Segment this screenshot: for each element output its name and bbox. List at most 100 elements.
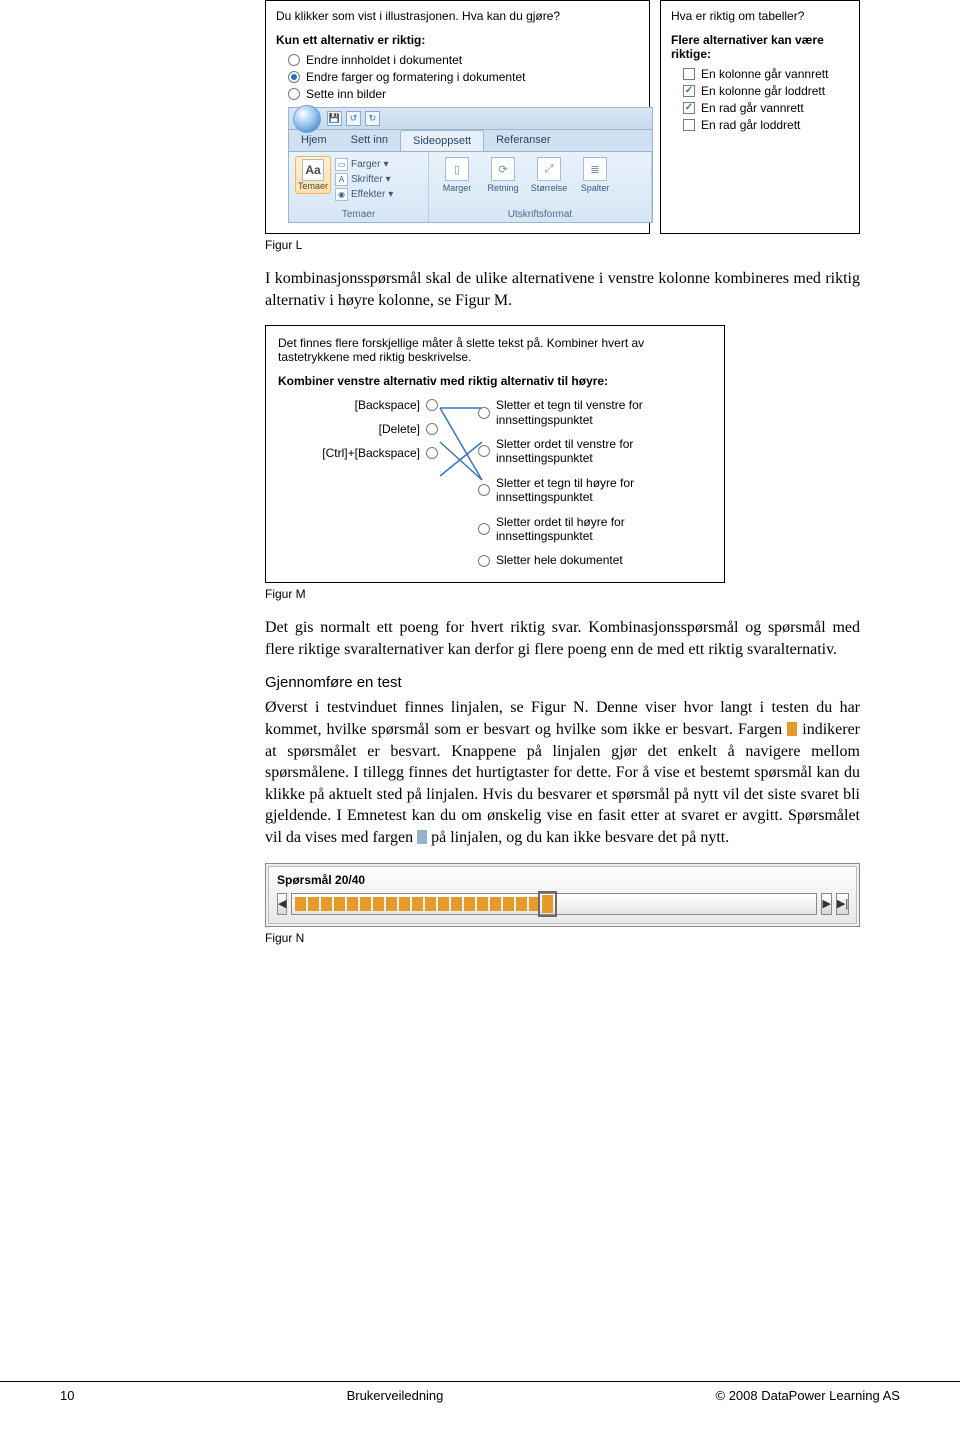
progress-segment[interactable]: [685, 897, 696, 911]
figure-caption-l: Figur L: [265, 238, 860, 252]
progress-segment[interactable]: [295, 897, 306, 911]
office-orb-icon: [293, 105, 321, 133]
next-button[interactable]: ▶: [821, 893, 831, 915]
body-text: I kombinasjonsspørsmål skal de ulike alt…: [265, 268, 860, 311]
progress-segment[interactable]: [633, 897, 644, 911]
page-number: 10: [60, 1388, 74, 1403]
progress-segment[interactable]: [386, 897, 397, 911]
radio-icon: [288, 54, 300, 66]
checkbox-icon: ✓: [683, 102, 695, 114]
progress-segment[interactable]: [347, 897, 358, 911]
progress-segment[interactable]: [724, 897, 735, 911]
progress-segment[interactable]: [490, 897, 501, 911]
option-label: Sette inn bilder: [306, 87, 386, 101]
checkbox-option[interactable]: ✓En kolonne går loddrett: [683, 84, 849, 98]
prev-button[interactable]: ◀: [277, 893, 287, 915]
option-label: En rad går loddrett: [701, 118, 800, 132]
body-text: Det gis normalt ett poeng for hvert rikt…: [265, 617, 860, 660]
match-right-item[interactable]: Sletter et tegn til venstre for innsetti…: [478, 398, 718, 427]
progress-segment[interactable]: [373, 897, 384, 911]
color-swatch-answered: [787, 722, 797, 736]
match-radio-icon: [426, 447, 438, 459]
progress-segment[interactable]: [776, 897, 787, 911]
color-swatch-locked: [417, 830, 427, 844]
checkbox-icon: [683, 119, 695, 131]
group-label: Utskriftsformat: [435, 209, 645, 220]
checkbox-icon: [683, 68, 695, 80]
progress-segment[interactable]: [594, 897, 605, 911]
quiz-multi-choice: Hva er riktig om tabeller? Flere alterna…: [660, 0, 860, 234]
progress-segment[interactable]: [711, 897, 722, 911]
progress-segment[interactable]: [516, 897, 527, 911]
progress-segment[interactable]: [750, 897, 761, 911]
match-radio-icon: [478, 445, 490, 457]
progress-segment[interactable]: [581, 897, 592, 911]
progress-segment[interactable]: [321, 897, 332, 911]
progress-segment[interactable]: [425, 897, 436, 911]
ribbon-button: ⤢Størrelse: [527, 156, 571, 204]
option-label: Endre innholdet i dokumentet: [306, 53, 462, 67]
quiz-question: Du klikker som vist i illustrasjonen. Hv…: [276, 9, 639, 23]
match-left-item[interactable]: [Ctrl]+[Backspace]: [278, 446, 438, 460]
themes-button: Aa Temaer: [295, 156, 331, 194]
progress-track[interactable]: [291, 893, 817, 915]
progress-segment[interactable]: [620, 897, 631, 911]
progress-segment[interactable]: [477, 897, 488, 911]
progress-segment[interactable]: [399, 897, 410, 911]
checkbox-option[interactable]: En rad går loddrett: [683, 118, 849, 132]
radio-option[interactable]: Endre innholdet i dokumentet: [288, 53, 639, 67]
progress-segment[interactable]: [360, 897, 371, 911]
progress-segment[interactable]: [464, 897, 475, 911]
progress-segment[interactable]: [802, 897, 813, 911]
checkbox-option[interactable]: En kolonne går vannrett: [683, 67, 849, 81]
ribbon-tab: Sett inn: [339, 130, 400, 151]
radio-option[interactable]: Sette inn bilder: [288, 87, 639, 101]
progress-segment[interactable]: [503, 897, 514, 911]
option-label: Endre farger og formatering i dokumentet: [306, 70, 525, 84]
progress-segment[interactable]: [568, 897, 579, 911]
option-label: En rad går vannrett: [701, 101, 804, 115]
progress-segment[interactable]: [438, 897, 449, 911]
ribbon-button: ▯Marger: [435, 156, 479, 204]
ribbon-button: ⟳Retning: [481, 156, 525, 204]
match-right-item[interactable]: Sletter hele dokumentet: [478, 553, 718, 567]
progress-segment[interactable]: [542, 895, 553, 913]
footer-center: Brukerveiledning: [347, 1388, 444, 1403]
progress-segment[interactable]: [555, 897, 566, 911]
progress-segment[interactable]: [308, 897, 319, 911]
ribbon-screenshot: 💾 ↺ ↻ HjemSett innSideoppsettReferanser …: [288, 107, 653, 223]
matching-intro: Det finnes flere forskjellige måter å sl…: [278, 336, 712, 364]
match-right-item[interactable]: Sletter ordet til venstre for innsetting…: [478, 437, 718, 466]
progress-segment[interactable]: [451, 897, 462, 911]
progress-segment[interactable]: [789, 897, 800, 911]
progress-segment[interactable]: [529, 897, 540, 911]
effects-icon: ◉: [335, 188, 348, 201]
match-left-item[interactable]: [Delete]: [278, 422, 438, 436]
match-right-item[interactable]: Sletter et tegn til høyre for innsetting…: [478, 476, 718, 505]
match-left-item[interactable]: [Backspace]: [278, 398, 438, 412]
ribbon-tab: Hjem: [289, 130, 339, 151]
group-label: Temaer: [295, 209, 422, 220]
progress-segment[interactable]: [412, 897, 423, 911]
match-right-item[interactable]: Sletter ordet til høyre for innsettingsp…: [478, 515, 718, 544]
ribbon-tab: Sideoppsett: [400, 130, 484, 151]
colors-icon: ▭: [335, 158, 348, 171]
radio-option[interactable]: Endre farger og formatering i dokumentet: [288, 70, 639, 84]
match-radio-icon: [426, 423, 438, 435]
progress-segment[interactable]: [698, 897, 709, 911]
match-radio-icon: [478, 523, 490, 535]
last-button[interactable]: ▶|: [836, 893, 849, 915]
progress-segment[interactable]: [659, 897, 670, 911]
progress-segment[interactable]: [607, 897, 618, 911]
body-text: Øverst i testvinduet finnes linjalen, se…: [265, 697, 860, 848]
progress-segment[interactable]: [646, 897, 657, 911]
checkbox-option[interactable]: ✓ En rad går vannrett: [683, 101, 849, 115]
progress-segment[interactable]: [672, 897, 683, 911]
progress-title: Spørsmål 20/40: [277, 873, 848, 887]
figure-caption-m: Figur M: [265, 587, 860, 601]
match-radio-icon: [426, 399, 438, 411]
fonts-icon: A: [335, 173, 348, 186]
progress-segment[interactable]: [334, 897, 345, 911]
progress-segment[interactable]: [737, 897, 748, 911]
progress-segment[interactable]: [763, 897, 774, 911]
